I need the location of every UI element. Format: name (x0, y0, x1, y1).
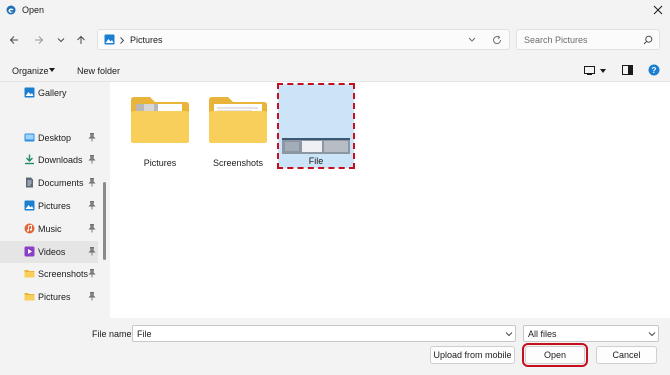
open-button[interactable]: Open (522, 343, 588, 367)
breadcrumb[interactable]: Pictures (130, 35, 163, 45)
image-thumbnail (282, 138, 350, 154)
pin-icon (88, 292, 96, 301)
bottom-panel: File name: File All files Upload from mo… (0, 318, 670, 375)
folder-icon (209, 97, 267, 143)
pin-icon (88, 224, 96, 233)
up-button[interactable] (73, 32, 89, 48)
chevron-down-icon (57, 38, 65, 43)
help-icon[interactable]: ? (648, 64, 660, 76)
file-name-value: File (137, 329, 152, 339)
sidebar-item-label: Documents (38, 178, 84, 188)
file-type-value: All files (528, 329, 557, 339)
folder-item-pictures[interactable]: Pictures (122, 84, 198, 168)
sidebar-item-label: Pictures (38, 292, 71, 302)
pin-icon (88, 133, 96, 142)
pictures-icon (104, 34, 115, 45)
sidebar-item-gallery[interactable]: Gallery (0, 82, 98, 104)
pictures-icon (24, 200, 35, 211)
sidebar-item-documents[interactable]: Documents (0, 172, 98, 194)
documents-icon (26, 177, 33, 188)
sidebar-item-label: Desktop (38, 133, 72, 143)
command-bar: Organize New folder ? (0, 58, 670, 82)
arrow-left-icon (9, 36, 18, 44)
sidebar-scrollbar[interactable] (103, 182, 106, 260)
chevron-down-icon (648, 332, 656, 337)
organize-button[interactable]: Organize (12, 66, 49, 76)
sidebar-item-label: Pictures (38, 201, 71, 211)
caret-down-icon (49, 68, 55, 72)
close-button[interactable] (650, 2, 666, 18)
search-input[interactable]: Search Pictures (516, 29, 660, 50)
sidebar-item-music[interactable]: Music (0, 218, 98, 240)
svg-text:?: ? (652, 66, 657, 75)
sidebar-item-screenshots[interactable]: Screenshots (0, 263, 98, 285)
chevron-down-icon[interactable] (468, 37, 476, 43)
caret-down-icon[interactable] (600, 69, 606, 73)
back-button[interactable] (6, 32, 22, 48)
sidebar-item-videos[interactable]: Videos (0, 241, 98, 263)
sidebar-item-label: Screenshots (38, 269, 89, 279)
file-list: Pictures Screenshots File (110, 82, 670, 318)
arrow-right-icon (35, 36, 44, 44)
navigation-pane: Gallery Desktop Downloads Documents Pict… (0, 82, 110, 318)
folder-icon (131, 97, 189, 143)
file-item-file[interactable]: File (277, 83, 355, 169)
new-folder-button[interactable]: New folder (77, 66, 120, 76)
window-title: Open (22, 5, 45, 15)
sidebar-item-label: Gallery (38, 88, 67, 98)
sidebar-item-pictures-folder[interactable]: Pictures (0, 286, 98, 308)
sidebar-item-label: Videos (38, 247, 66, 257)
sidebar-item-downloads[interactable]: Downloads (0, 149, 98, 171)
recent-locations-button[interactable] (53, 32, 69, 48)
chevron-down-icon[interactable] (505, 330, 513, 338)
folder-icon (24, 270, 35, 278)
gallery-icon (24, 87, 35, 98)
item-label: Pictures (143, 158, 177, 168)
search-icon (643, 35, 653, 45)
download-icon (25, 154, 34, 165)
pin-icon (88, 247, 96, 256)
arrow-up-icon (77, 35, 85, 44)
sidebar-item-pictures[interactable]: Pictures (0, 195, 98, 217)
preview-pane-icon[interactable] (622, 65, 633, 75)
pin-icon (88, 201, 96, 210)
item-label: File (308, 156, 324, 166)
cancel-button[interactable]: Cancel (596, 346, 657, 364)
videos-icon (24, 246, 35, 257)
title-bar: Open (0, 0, 670, 20)
file-name-field[interactable]: File (132, 325, 516, 342)
forward-button[interactable] (31, 32, 47, 48)
refresh-icon[interactable] (492, 35, 502, 45)
sidebar-item-label: Music (38, 224, 62, 234)
address-bar[interactable]: Pictures (97, 29, 510, 50)
sidebar-item-label: Downloads (38, 155, 83, 165)
file-type-select[interactable]: All files (523, 325, 659, 342)
chevron-right-icon (120, 37, 125, 44)
item-label: Screenshots (212, 158, 264, 168)
music-icon (24, 223, 35, 234)
folder-icon (24, 293, 35, 301)
edge-icon (6, 5, 16, 15)
close-icon (653, 5, 663, 15)
pin-icon (88, 269, 96, 278)
file-name-label: File name: (92, 329, 135, 339)
sidebar-item-desktop[interactable]: Desktop (0, 127, 98, 149)
upload-from-mobile-button[interactable]: Upload from mobile (430, 346, 515, 364)
pin-icon (88, 178, 96, 187)
search-placeholder: Search Pictures (524, 35, 588, 45)
pin-icon (88, 155, 96, 164)
desktop-icon (24, 133, 35, 142)
view-icon[interactable] (584, 66, 595, 75)
folder-item-screenshots[interactable]: Screenshots (200, 84, 276, 168)
